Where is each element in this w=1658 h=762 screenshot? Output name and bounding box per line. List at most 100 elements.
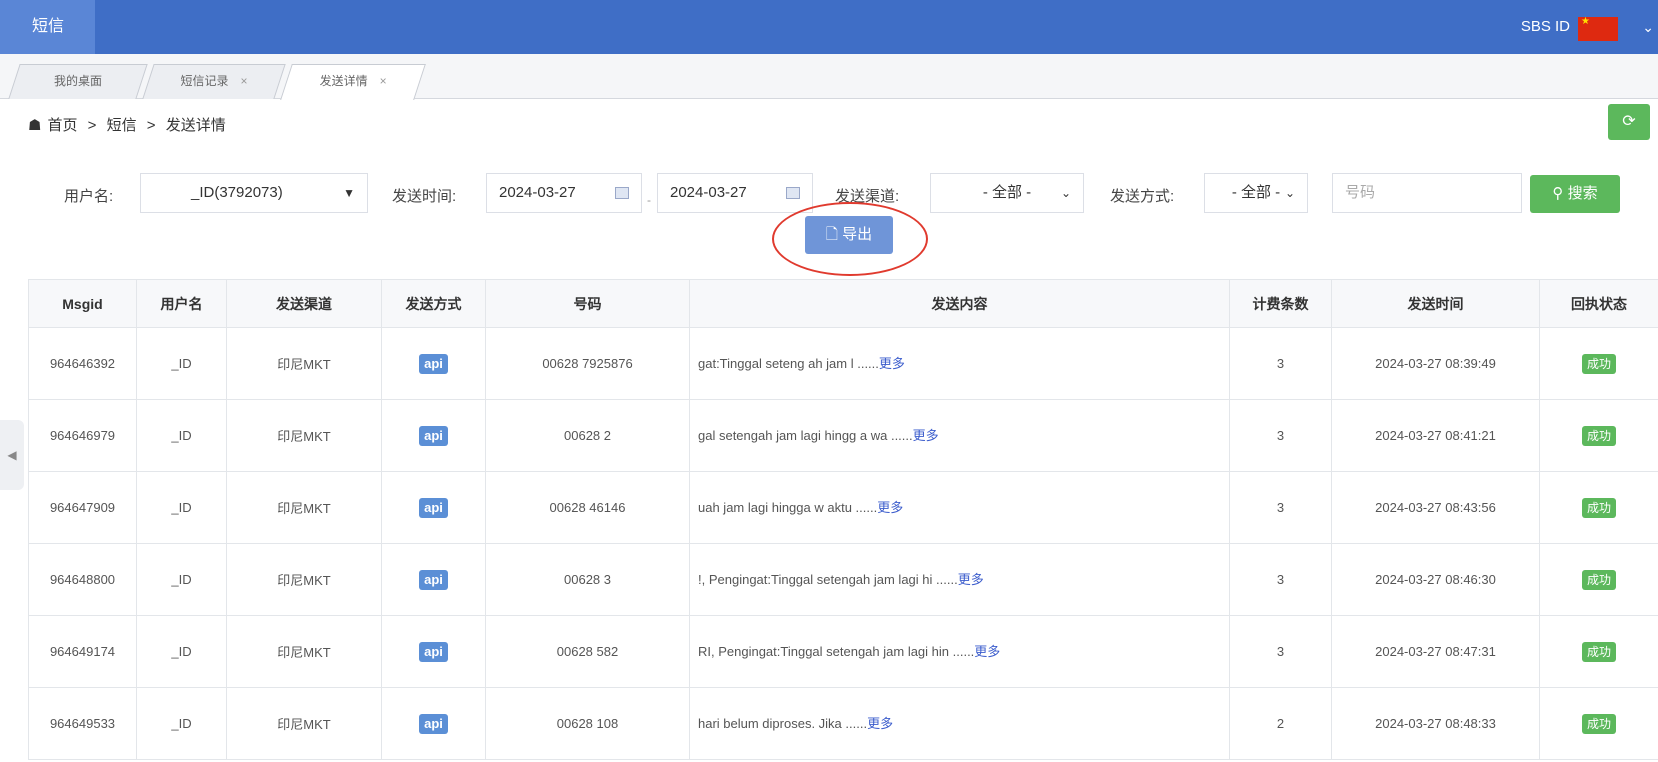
user-cell: _ID [136,327,227,400]
export-button-label: 导出 [842,226,873,243]
status-cell: 成功 [1539,399,1658,472]
content-cell: uah jam lagi hingga w aktu ......更多 [689,471,1230,544]
api-badge: api [419,641,448,662]
method-cell: api [381,399,486,472]
search-icon: ⚲ [1552,185,1564,202]
api-badge: api [419,353,448,374]
tab-sms-records[interactable]: 短信记录 × [142,64,286,99]
column-header[interactable]: 发送时间 [1331,279,1540,328]
table-header-row: Msgid 用户名 发送渠道 发送方式 号码 发送内容 计费条数 发送时间 回执… [28,279,1658,328]
column-header[interactable]: 回执状态 [1539,279,1658,328]
column-header[interactable]: 发送内容 [689,279,1230,328]
table-row: 964648800 _ID 印尼MKT api 00628 3 !, Pengi… [28,543,1658,616]
method-cell: api [381,687,486,760]
status-badge: 成功 [1581,569,1616,590]
status-cell: 成功 [1539,327,1658,400]
calendar-icon[interactable] [615,187,629,199]
user-cell: _ID [136,687,227,760]
status-badge: 成功 [1581,497,1616,518]
user-select[interactable]: _ID(3792073) ▼ [140,173,368,213]
channel-cell: 印尼MKT [226,615,382,688]
number-cell: 00628 582 [485,615,690,688]
count-cell: 3 [1229,399,1332,472]
tab-send-details[interactable]: 发送详情 × [280,64,426,100]
search-button[interactable]: ⚲ 搜索 [1530,175,1620,213]
column-header[interactable]: 计费条数 [1229,279,1332,328]
time-cell: 2024-03-27 08:39:49 [1331,327,1540,400]
date-from-value: 2024-03-27 [499,184,576,201]
breadcrumb-page: 发送详情 [165,117,226,134]
api-badge: api [419,425,448,446]
user-cell: _ID [136,471,227,544]
user-cell: _ID [136,399,227,472]
tab-my-desktop[interactable]: 我的桌面 [8,64,148,99]
breadcrumb-section[interactable]: 短信 [107,117,137,134]
content-text: hari belum diproses. Jika ...... [698,715,868,731]
tab-bar: 我的桌面 短信记录 × 发送详情 × [0,54,1658,100]
more-link[interactable]: 更多 [958,572,984,587]
tab-label: 我的桌面 [53,74,102,88]
status-badge: 成功 [1581,425,1616,446]
content-text: gat:Tinggal seteng ah jam l ...... [698,355,879,371]
brand-label[interactable]: 短信 [0,0,95,54]
export-button[interactable]: 🗋 导出 [805,216,893,254]
breadcrumb-home[interactable]: 首页 [47,117,77,134]
content-cell: gat:Tinggal seteng ah jam l ......更多 [689,327,1230,400]
number-cell: 00628 7925876 [485,327,690,400]
msgid-cell: 964646392 [28,327,137,400]
chevron-down-icon: ⌄ [1060,186,1071,200]
close-icon[interactable]: × [241,74,248,88]
channel-cell: 印尼MKT [226,399,382,472]
more-link[interactable]: 更多 [877,500,903,515]
caret-down-icon: ▼ [343,186,355,200]
flag-icon[interactable] [1578,16,1618,41]
search-button-label: 搜索 [1567,185,1598,202]
number-cell: 00628 108 [485,687,690,760]
column-header[interactable]: Msgid [28,279,137,328]
date-to-input[interactable]: 2024-03-27 [657,173,813,213]
content-text: uah jam lagi hingga w aktu ...... [698,499,878,515]
api-badge: api [419,497,448,518]
date-from-input[interactable]: 2024-03-27 [486,173,642,213]
column-header[interactable]: 用户名 [136,279,227,328]
method-cell: api [381,615,486,688]
more-link[interactable]: 更多 [879,356,905,371]
msgid-cell: 964648800 [28,543,137,616]
number-input[interactable]: 号码 [1332,173,1522,213]
home-icon: ☗ [28,117,42,134]
channel-select-value: - 全部 - [982,184,1032,201]
account-name[interactable]: SBS ID [1521,0,1570,54]
content-cell: !, Pengingat:Tinggal setengah jam lagi h… [689,543,1230,616]
refresh-button[interactable]: ⟳ [1608,104,1650,140]
status-cell: 成功 [1539,615,1658,688]
number-cell: 00628 3 [485,543,690,616]
sidebar-toggle[interactable]: ◀ [0,420,24,490]
time-cell: 2024-03-27 08:43:56 [1331,471,1540,544]
column-header[interactable]: 发送方式 [381,279,486,328]
column-header[interactable]: 号码 [485,279,690,328]
table-row: 964646392 _ID 印尼MKT api 00628 7925876 ga… [28,327,1658,400]
more-link[interactable]: 更多 [913,428,939,443]
channel-select[interactable]: - 全部 - ⌄ [930,173,1084,213]
column-header[interactable]: 发送渠道 [226,279,382,328]
table-row: 964649533 _ID 印尼MKT api 00628 108 hari b… [28,687,1658,760]
api-badge: api [419,713,448,734]
breadcrumb-separator: > [87,117,97,134]
more-link[interactable]: 更多 [867,716,893,731]
chevron-down-icon[interactable]: ⌄ [1642,0,1654,54]
more-link[interactable]: 更多 [974,644,1000,659]
table-row: 964649174 _ID 印尼MKT api 00628 582 RI, Pe… [28,615,1658,688]
status-badge: 成功 [1581,713,1616,734]
calendar-icon[interactable] [786,187,800,199]
content-cell: gal setengah jam lagi hingg a wa ......更… [689,399,1230,472]
breadcrumb: ☗ 首页 > 短信 > 发送详情 [28,114,232,135]
user-label: 用户名: [64,188,114,205]
channel-cell: 印尼MKT [226,327,382,400]
method-select[interactable]: - 全部 - ⌄ [1204,173,1308,213]
msgid-cell: 964647909 [28,471,137,544]
method-label: 发送方式: [1110,188,1175,205]
table-row: 964647909 _ID 印尼MKT api 00628 46146 uah … [28,471,1658,544]
close-icon[interactable]: × [380,74,387,88]
channel-cell: 印尼MKT [226,543,382,616]
time-cell: 2024-03-27 08:47:31 [1331,615,1540,688]
